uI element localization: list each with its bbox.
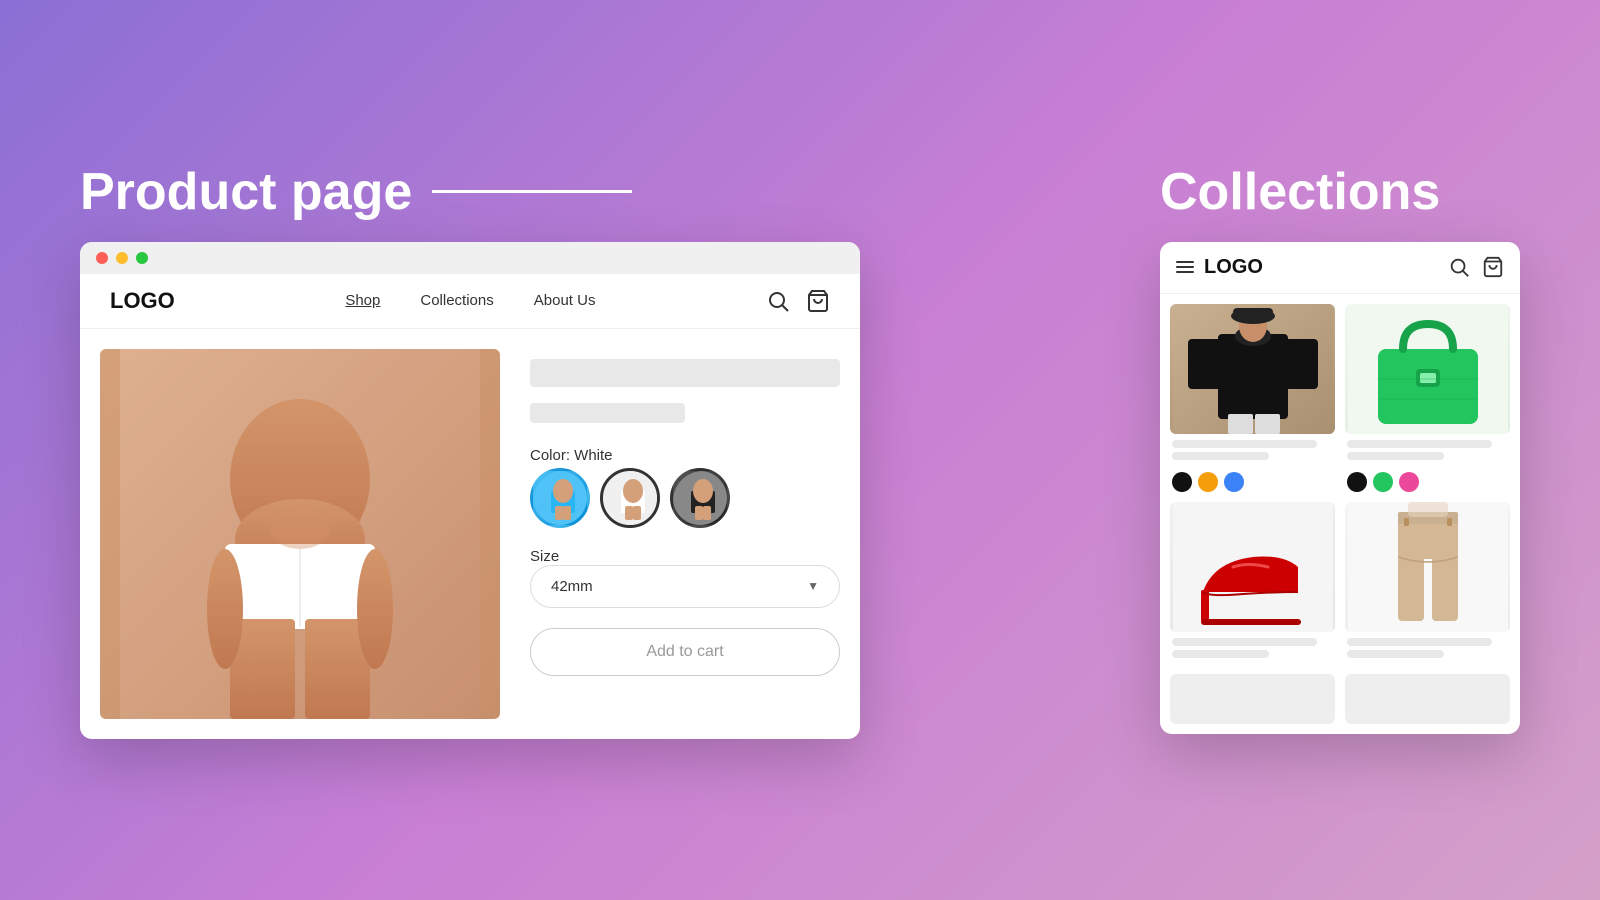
product-page-title: Product page [80, 162, 412, 222]
browser-dot-green[interactable] [136, 252, 148, 264]
collections-grid [1160, 294, 1520, 734]
sweater-name-bar [1172, 440, 1317, 448]
product-image [100, 349, 500, 719]
bag-color-black[interactable] [1347, 472, 1367, 492]
bag-svg [1348, 304, 1508, 434]
color-swatches [530, 468, 840, 528]
product-details: Color: White [530, 349, 840, 719]
size-label: Size [530, 548, 840, 565]
collection-item-placeholder-2 [1345, 674, 1510, 724]
collection-item-pants[interactable] [1345, 502, 1510, 664]
product-title-placeholder [530, 359, 840, 387]
sweater-color-dots [1170, 472, 1335, 492]
collections-nav-icons [1448, 256, 1504, 278]
placeholder-img-1 [1170, 674, 1335, 724]
search-icon[interactable] [766, 289, 790, 313]
product-logo: LOGO [110, 288, 175, 314]
hamburger-line-1 [1176, 261, 1194, 263]
collection-img-pants [1345, 502, 1510, 632]
swatch-black-img [673, 471, 730, 528]
hamburger-icon[interactable] [1176, 261, 1194, 273]
collection-img-heels [1170, 502, 1335, 632]
browser-dot-red[interactable] [96, 252, 108, 264]
bag-color-dots [1345, 472, 1510, 492]
size-dropdown[interactable]: 42mm ▼ [530, 565, 840, 608]
nav-link-collections[interactable]: Collections [420, 292, 493, 309]
pants-svg [1348, 502, 1508, 632]
pants-name-bar [1347, 638, 1492, 646]
left-section: Product page LOGO Shop Collections About… [80, 162, 1080, 739]
heels-name-bar [1172, 638, 1317, 646]
hamburger-line-2 [1176, 266, 1194, 268]
size-value: 42mm [551, 578, 593, 595]
sweater-svg [1173, 304, 1333, 434]
collections-search-icon[interactable] [1448, 256, 1470, 278]
bag-price-bar [1347, 452, 1444, 460]
swatch-blue-img [533, 471, 590, 528]
collections-nav: LOGO [1160, 242, 1520, 294]
browser-dot-yellow[interactable] [116, 252, 128, 264]
swatch-white[interactable] [600, 468, 660, 528]
collection-item-heels[interactable] [1170, 502, 1335, 664]
bag-name-bar [1347, 440, 1492, 448]
left-section-header: Product page [80, 162, 632, 222]
right-section: Collections LOGO [1160, 162, 1520, 734]
sweater-price-bar [1172, 452, 1269, 460]
pants-price-bar [1347, 650, 1444, 658]
heels-meta [1170, 632, 1335, 664]
collection-img-bag [1345, 304, 1510, 434]
sweater-color-black[interactable] [1172, 472, 1192, 492]
collection-item-bag[interactable] [1345, 304, 1510, 492]
pants-meta [1345, 632, 1510, 664]
browser-bar [80, 242, 860, 274]
title-line [432, 190, 632, 193]
product-content: Color: White [80, 329, 860, 739]
main-container: Product page LOGO Shop Collections About… [0, 122, 1600, 779]
bag-color-green[interactable] [1373, 472, 1393, 492]
cart-icon[interactable] [806, 289, 830, 313]
product-figure-svg [120, 349, 480, 719]
collection-item-placeholder-1 [1170, 674, 1335, 724]
color-label: Color: White [530, 447, 840, 464]
swatch-blue[interactable] [530, 468, 590, 528]
nav-icons [766, 289, 830, 313]
sweater-color-orange[interactable] [1198, 472, 1218, 492]
product-price-placeholder [530, 403, 685, 423]
heels-svg [1173, 502, 1333, 632]
bag-color-pink[interactable] [1399, 472, 1419, 492]
add-to-cart-button[interactable]: Add to cart [530, 628, 840, 676]
dropdown-arrow-icon: ▼ [807, 579, 819, 593]
product-nav: LOGO Shop Collections About Us [80, 274, 860, 329]
bag-meta [1345, 434, 1510, 466]
hamburger-line-3 [1176, 271, 1194, 273]
collections-title: Collections [1160, 162, 1440, 222]
heels-price-bar [1172, 650, 1269, 658]
swatch-white-img [603, 471, 660, 528]
nav-link-shop[interactable]: Shop [345, 292, 380, 309]
sweater-meta [1170, 434, 1335, 466]
placeholder-img-2 [1345, 674, 1510, 724]
collection-item-sweater[interactable] [1170, 304, 1335, 492]
collections-logo: LOGO [1204, 256, 1263, 279]
browser-window: LOGO Shop Collections About Us [80, 242, 860, 739]
collections-cart-icon[interactable] [1482, 256, 1504, 278]
sweater-color-blue[interactable] [1224, 472, 1244, 492]
collection-img-sweater [1170, 304, 1335, 434]
swatch-black[interactable] [670, 468, 730, 528]
collections-window: LOGO [1160, 242, 1520, 734]
nav-link-about[interactable]: About Us [534, 292, 596, 309]
